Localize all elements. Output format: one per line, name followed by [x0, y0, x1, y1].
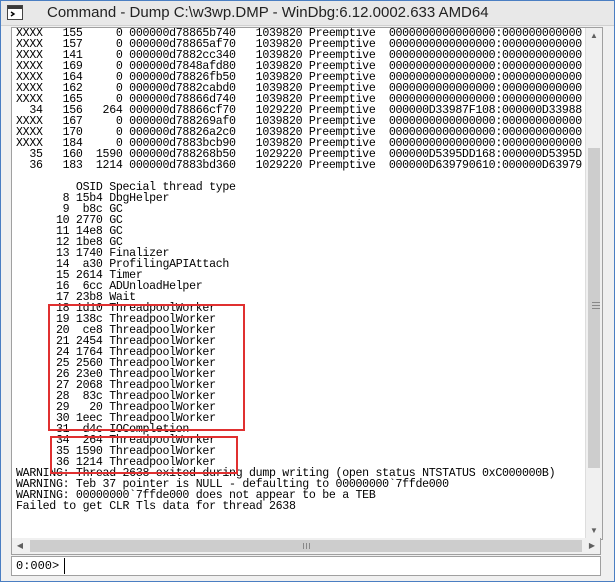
scroll-up-button[interactable]: ▲ [586, 28, 602, 44]
horizontal-scroll-thumb[interactable] [30, 540, 582, 552]
output-pane[interactable]: XXXX 155 0 000000d78865b740 1039820 Pree… [11, 27, 603, 540]
highlight-box-threadpool-group-2 [50, 436, 238, 474]
output-line: 36 183 1214 000000d7883bd360 1029220 Pre… [16, 159, 582, 172]
command-prompt: 0:000> [16, 559, 60, 573]
command-bar: 0:000> [11, 556, 601, 576]
command-input[interactable] [64, 558, 599, 574]
scroll-right-button[interactable]: ▶ [584, 538, 600, 554]
title-bar[interactable]: Command - Dump C:\w3wp.DMP - WinDbg:6.12… [1, 1, 614, 26]
windbg-command-window: Command - Dump C:\w3wp.DMP - WinDbg:6.12… [0, 0, 615, 582]
output-line: Failed to get CLR Tls data for thread 26… [16, 500, 296, 513]
console-window-icon[interactable] [7, 5, 23, 20]
scroll-down-button[interactable]: ▼ [586, 523, 602, 539]
vertical-scrollbar[interactable]: ▲ ▼ [585, 28, 602, 539]
horizontal-scrollbar[interactable]: ◀ ▶ [11, 538, 601, 555]
window-title: Command - Dump C:\w3wp.DMP - WinDbg:6.12… [47, 4, 489, 21]
scroll-thumb[interactable] [588, 148, 600, 468]
scroll-left-button[interactable]: ◀ [12, 538, 28, 554]
highlight-box-threadpool-group-1 [48, 304, 245, 431]
